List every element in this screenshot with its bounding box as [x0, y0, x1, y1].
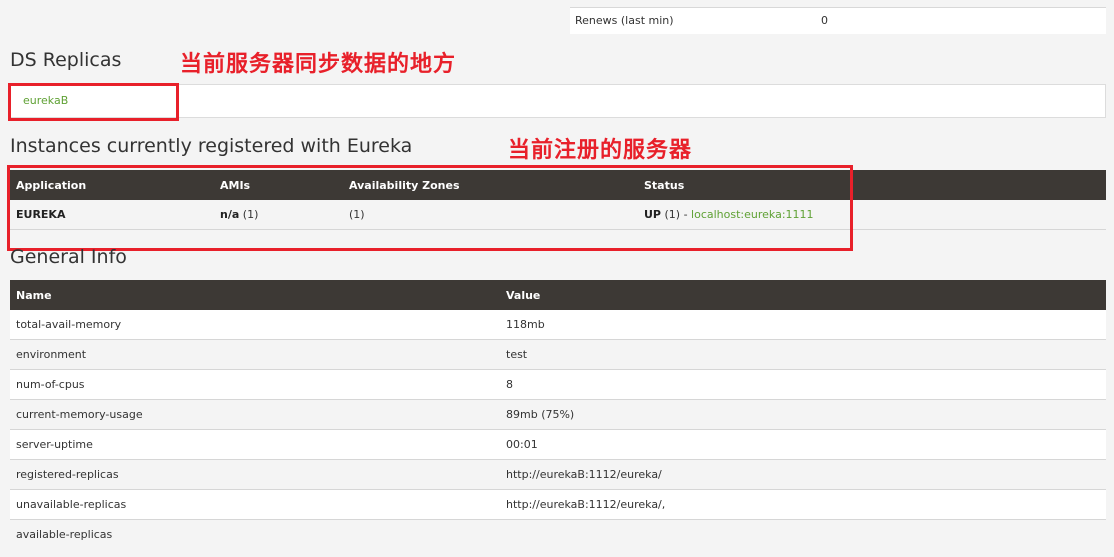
- renews-row: Renews (last min) 0: [570, 7, 1106, 34]
- col-value: Value: [500, 280, 1106, 310]
- renews-value: 0: [821, 14, 828, 27]
- info-name: available-replicas: [10, 519, 500, 549]
- col-application: Application: [10, 170, 214, 200]
- instances-title: Instances currently registered with Eure…: [10, 135, 413, 157]
- instance-amis: n/a: [220, 208, 240, 221]
- renews-label: Renews (last min): [575, 14, 674, 27]
- table-row: available-replicas: [10, 519, 1106, 549]
- info-value: [500, 519, 1106, 549]
- instances-header-row: Application AMIs Availability Zones Stat…: [10, 170, 1106, 200]
- table-row: environment test: [10, 339, 1106, 370]
- ds-replicas-annotation: 当前服务器同步数据的地方: [180, 52, 457, 77]
- ds-replicas-title: DS Replicas: [10, 49, 122, 71]
- instances-table: Application AMIs Availability Zones Stat…: [10, 170, 1106, 230]
- instance-status-cell: UP (1) - localhost:eureka:1111: [638, 200, 1106, 230]
- col-zones: Availability Zones: [343, 170, 638, 200]
- general-info-header-row: Name Value: [10, 280, 1106, 310]
- instance-amis-count: (1): [239, 208, 259, 221]
- instance-status-count: (1) -: [661, 208, 692, 221]
- instance-status: UP: [644, 208, 661, 221]
- col-status: Status: [638, 170, 1106, 200]
- info-name: server-uptime: [10, 429, 500, 460]
- info-value: 8: [500, 369, 1106, 400]
- replica-list: eurekaB: [10, 84, 1106, 118]
- general-info-table: Name Value total-avail-memory 118mb envi…: [10, 280, 1106, 549]
- table-row: num-of-cpus 8: [10, 369, 1106, 400]
- instance-row: EUREKA n/a (1) (1) UP (1) - localhost:eu…: [10, 200, 1106, 230]
- table-row: server-uptime 00:01: [10, 429, 1106, 460]
- info-name: total-avail-memory: [10, 310, 500, 340]
- table-row: unavailable-replicas http://eurekaB:1112…: [10, 489, 1106, 520]
- table-row: registered-replicas http://eurekaB:1112/…: [10, 459, 1106, 490]
- instance-link[interactable]: localhost:eureka:1111: [691, 208, 814, 221]
- info-value: http://eurekaB:1112/eureka/: [500, 459, 1106, 490]
- instance-zones: (1): [343, 200, 638, 230]
- instance-application: EUREKA: [16, 208, 66, 221]
- col-amis: AMIs: [214, 170, 343, 200]
- general-info-title: General Info: [10, 246, 127, 268]
- table-row: current-memory-usage 89mb (75%): [10, 399, 1106, 430]
- info-value: 89mb (75%): [500, 399, 1106, 430]
- info-name: unavailable-replicas: [10, 489, 500, 520]
- info-name: registered-replicas: [10, 459, 500, 490]
- instance-application-cell: EUREKA: [10, 200, 214, 230]
- info-name: current-memory-usage: [10, 399, 500, 430]
- info-value: http://eurekaB:1112/eureka/,: [500, 489, 1106, 520]
- info-value: 118mb: [500, 310, 1106, 340]
- info-name: environment: [10, 339, 500, 370]
- info-value: test: [500, 339, 1106, 370]
- col-name: Name: [10, 280, 500, 310]
- table-row: total-avail-memory 118mb: [10, 310, 1106, 340]
- info-name: num-of-cpus: [10, 369, 500, 400]
- instances-annotation: 当前注册的服务器: [508, 138, 693, 163]
- info-value: 00:01: [500, 429, 1106, 460]
- replica-link-eurekab[interactable]: eurekaB: [23, 94, 68, 107]
- instance-amis-cell: n/a (1): [214, 200, 343, 230]
